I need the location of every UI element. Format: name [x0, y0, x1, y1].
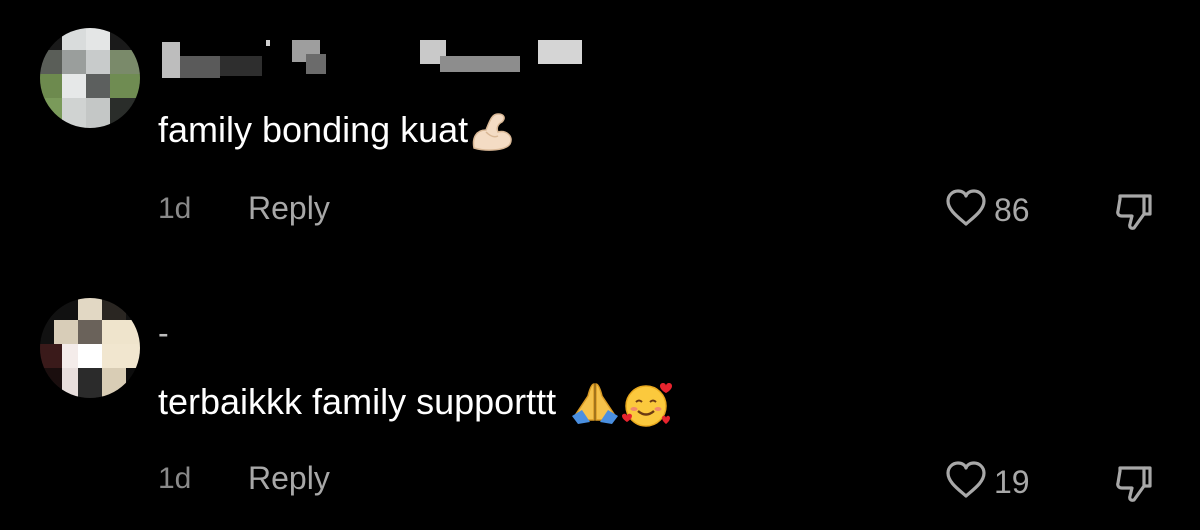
comment-item: - terbaikkk family supporttt 1d Reply 19	[0, 270, 1200, 530]
reply-button[interactable]: Reply	[248, 190, 330, 227]
comment-text: family bonding kuat	[158, 108, 516, 152]
comment-text: terbaikkk family supporttt	[158, 380, 673, 427]
dislike-button[interactable]	[1112, 190, 1156, 239]
comment-text-content: terbaikkk family supporttt	[158, 381, 557, 422]
comment-time: 1d	[158, 462, 192, 495]
thumbs-down-icon[interactable]	[1112, 194, 1156, 238]
heart-icon[interactable]	[944, 188, 988, 233]
heart-icon[interactable]	[944, 460, 988, 505]
like-button[interactable]: 19	[944, 460, 1030, 505]
like-count: 19	[994, 464, 1030, 500]
avatar[interactable]	[40, 298, 140, 398]
thumbs-down-icon[interactable]	[1112, 466, 1156, 510]
like-count: 86	[994, 192, 1030, 228]
like-button[interactable]: 86	[944, 188, 1030, 233]
folded-hands-icon	[568, 380, 619, 424]
username[interactable]	[158, 32, 588, 78]
username[interactable]: -	[158, 315, 188, 365]
avatar[interactable]	[40, 28, 140, 128]
comment-item: family bonding kuat 1d Reply 86	[0, 0, 1200, 270]
reply-button[interactable]: Reply	[248, 460, 330, 497]
flexed-biceps-icon	[468, 108, 516, 152]
comment-text-content: family bonding kuat	[158, 109, 469, 150]
dislike-button[interactable]	[1112, 462, 1156, 511]
comment-time: 1d	[158, 192, 192, 225]
smiling-face-with-hearts-icon	[620, 380, 673, 427]
